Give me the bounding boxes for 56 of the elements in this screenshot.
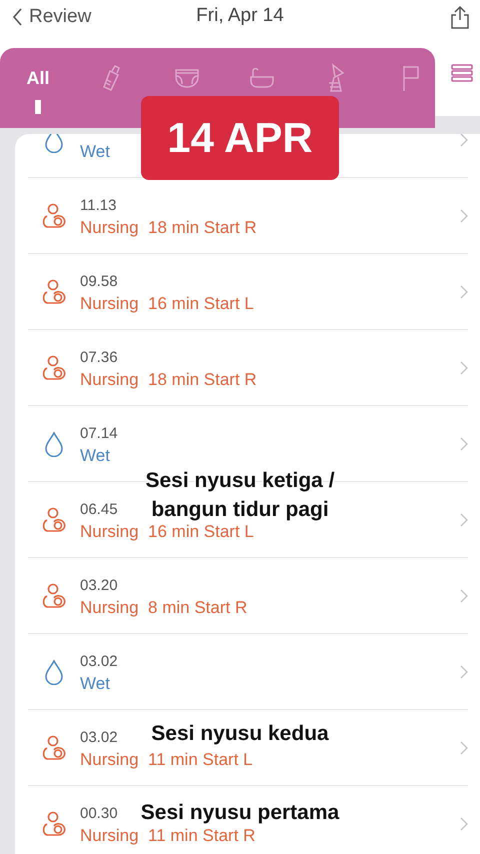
caption-text: bangun tidur pagi xyxy=(151,498,329,521)
caption-text: Sesi nyusu kedua xyxy=(151,722,329,745)
chevron-right-icon xyxy=(460,436,468,450)
entry-time: 07.36 xyxy=(80,349,118,367)
chevron-right-icon xyxy=(460,134,468,146)
chevron-right-icon xyxy=(460,588,468,602)
nursing-icon xyxy=(41,810,67,836)
entry-time: 11.13 xyxy=(80,197,116,215)
caption-text: Sesi nyusu ketiga / xyxy=(145,469,335,492)
entry-time: 03.02 xyxy=(80,653,118,671)
tab-indicator xyxy=(35,100,41,114)
entry-time: 07.14 xyxy=(80,425,118,443)
chevron-left-icon xyxy=(12,8,23,26)
chevron-right-icon xyxy=(460,740,468,754)
entry-label: Nursing 11 min Start L xyxy=(80,750,253,770)
chevron-right-icon xyxy=(460,816,468,830)
chevron-right-icon xyxy=(460,512,468,526)
entry-time: 09.58 xyxy=(80,273,118,291)
entry-time: 03.02 xyxy=(80,729,118,747)
nursing-icon xyxy=(41,202,67,228)
entry-label: Nursing 16 min Start L xyxy=(80,522,254,542)
entry-label: Wet xyxy=(80,446,110,466)
entry-label: Nursing 18 min Start R xyxy=(80,218,257,238)
back-button[interactable]: Review xyxy=(12,6,92,28)
date-badge: 14 APR xyxy=(141,96,339,180)
entry-time: 03.20 xyxy=(80,577,118,595)
chevron-right-icon xyxy=(460,208,468,222)
chevron-right-icon xyxy=(460,284,468,298)
entry-label: Nursing 11 min Start R xyxy=(80,826,256,846)
page-title: Fri, Apr 14 xyxy=(195,5,285,27)
droplet-icon xyxy=(44,430,64,456)
entry-label: Nursing 16 min Start L xyxy=(80,294,254,314)
bathtub-icon xyxy=(248,67,275,89)
entry-label: Nursing 18 min Start R xyxy=(80,370,257,390)
chevron-right-icon xyxy=(460,664,468,678)
menu-button[interactable] xyxy=(451,64,473,82)
entry-label: Wet xyxy=(80,142,110,162)
droplet-icon xyxy=(44,658,64,684)
tab[interactable]: All xyxy=(22,60,54,114)
caption-text: Sesi nyusu pertama xyxy=(140,801,340,824)
menu-icon xyxy=(451,64,473,82)
nursing-icon xyxy=(41,582,67,608)
nursing-icon xyxy=(41,506,67,532)
chevron-right-icon xyxy=(460,360,468,374)
share-icon xyxy=(450,5,470,29)
entry-time: 06.45 xyxy=(80,501,118,519)
nursing-icon xyxy=(41,278,67,304)
entry-label: Nursing 8 min Start R xyxy=(80,598,248,618)
flag-icon xyxy=(400,64,421,92)
share-button[interactable] xyxy=(450,5,470,29)
droplet-icon xyxy=(44,134,64,152)
nursing-icon xyxy=(41,734,67,760)
entry-time: 00.30 xyxy=(80,805,118,823)
nursing-icon xyxy=(41,354,67,380)
entry-label: Wet xyxy=(80,674,110,694)
back-label[interactable]: Review xyxy=(29,6,92,28)
